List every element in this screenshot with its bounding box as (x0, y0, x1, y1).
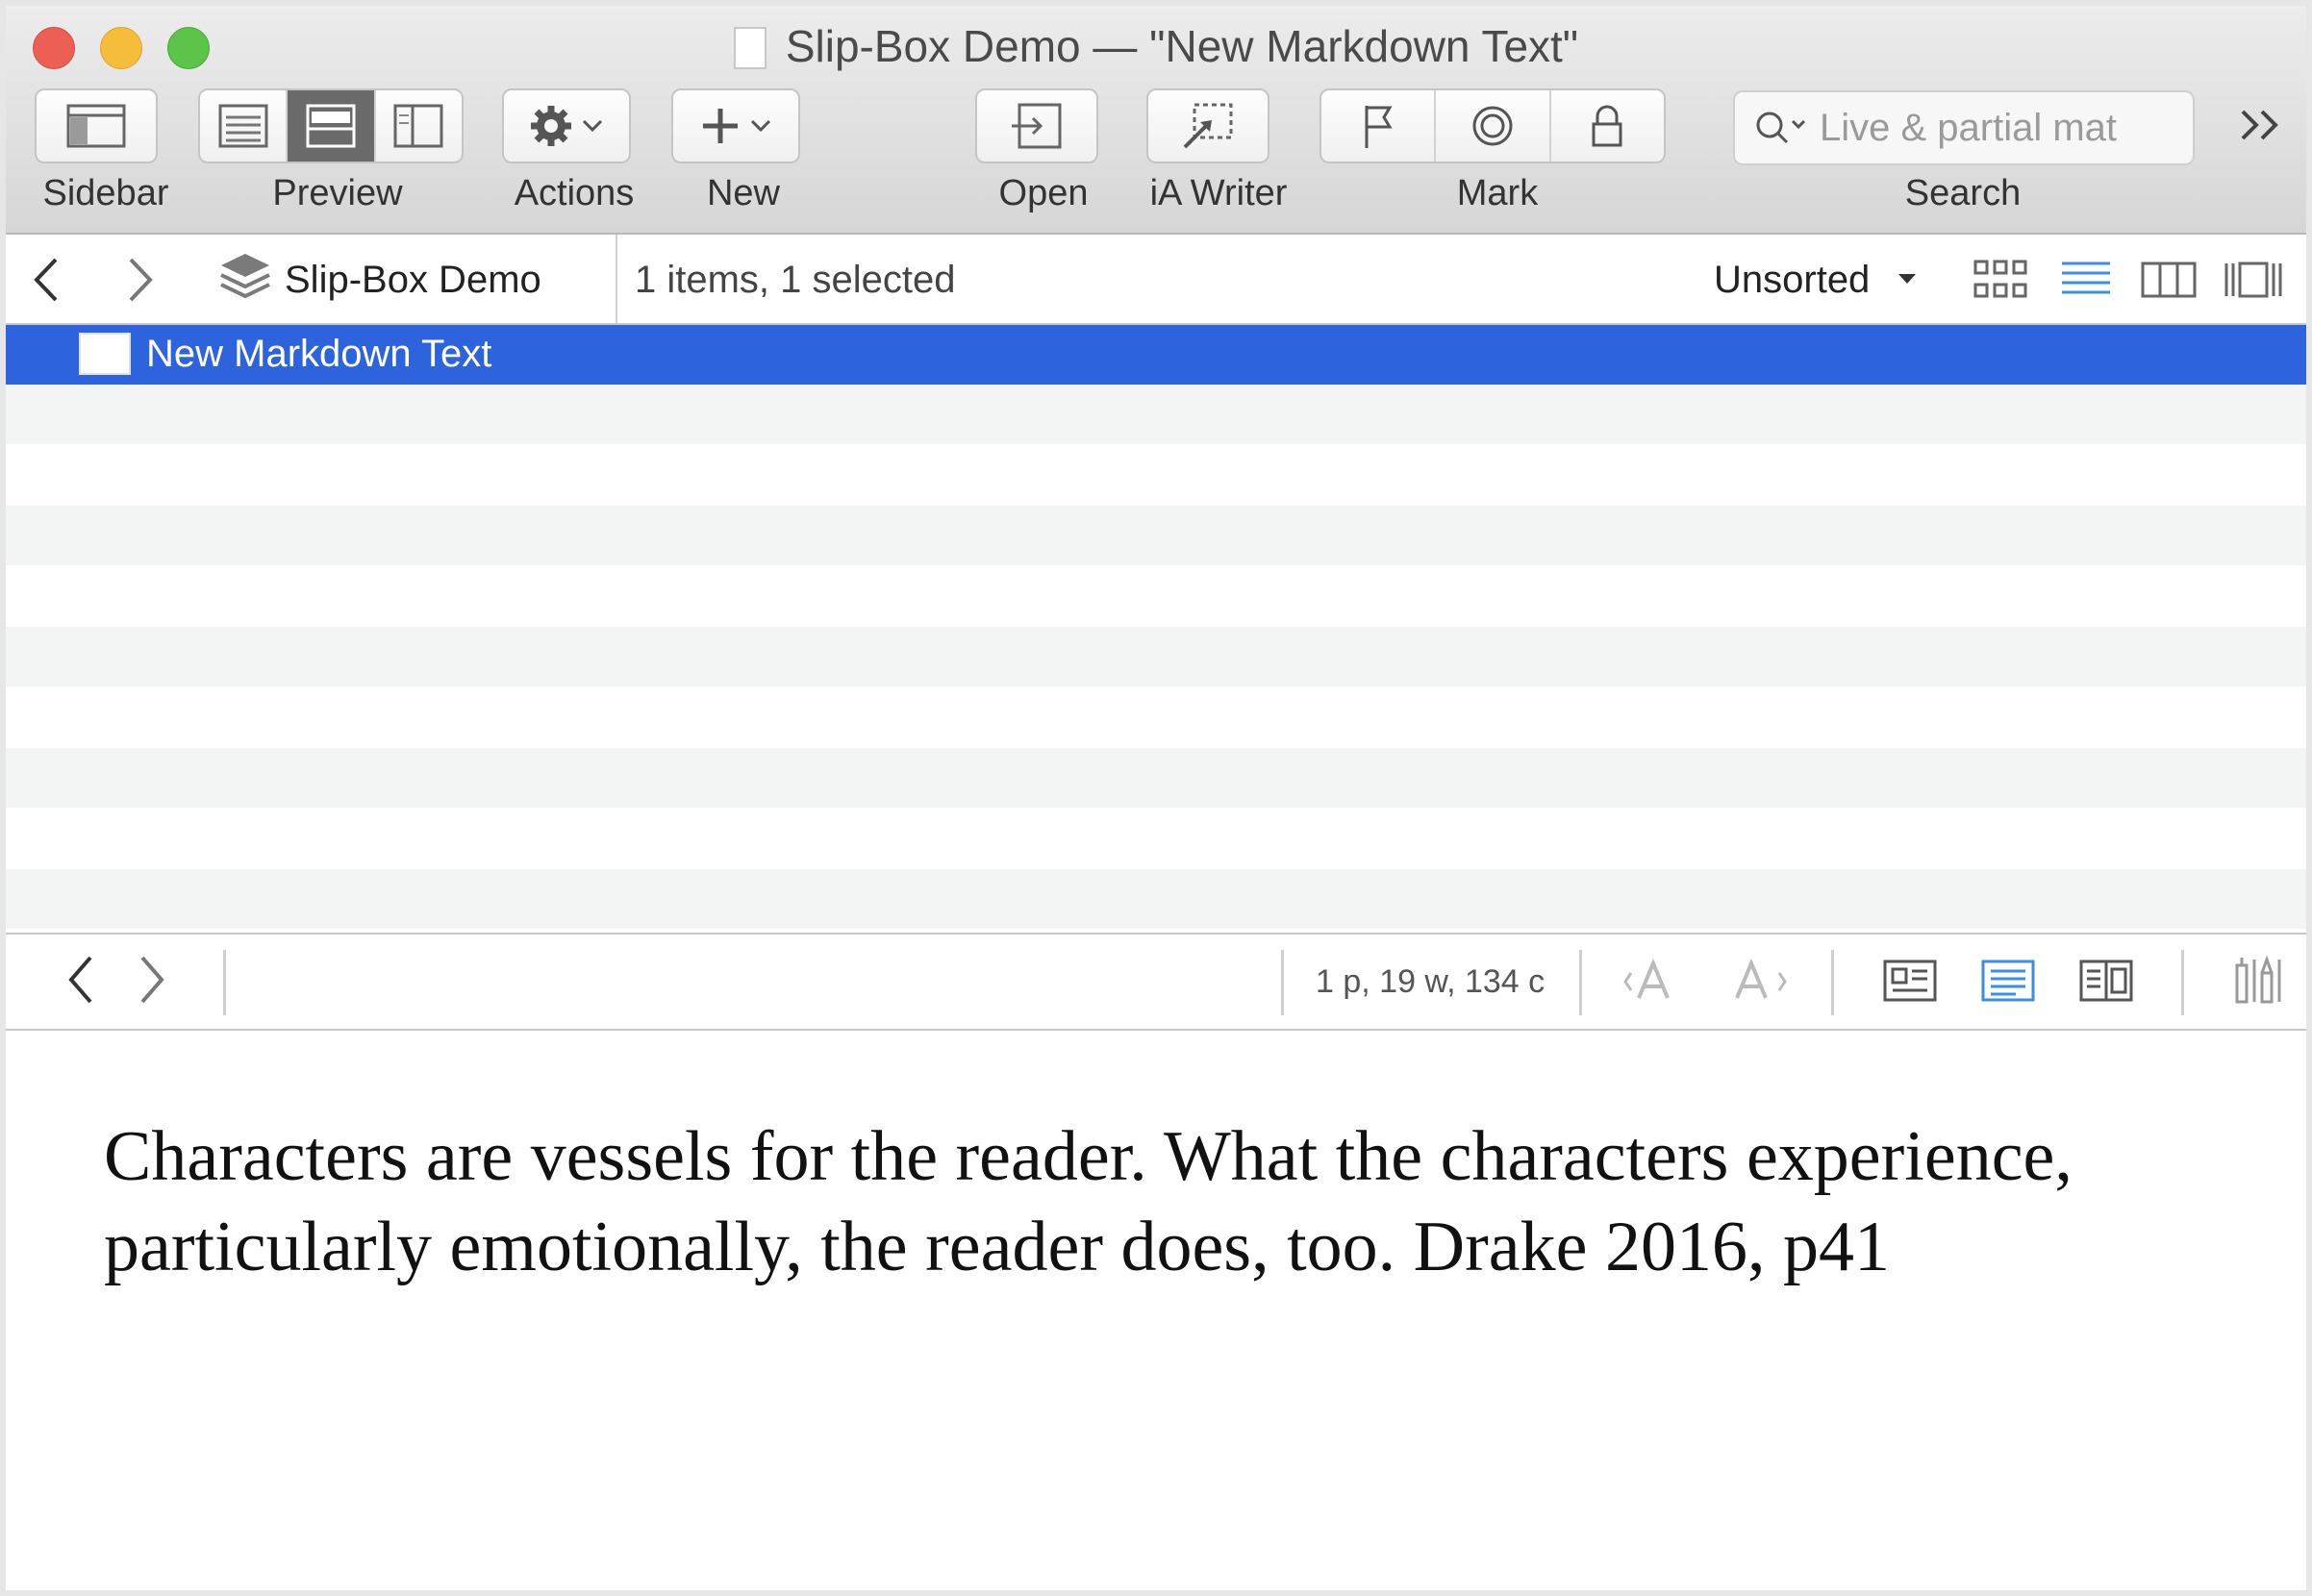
item-list: New Markdown Text (6, 325, 2306, 933)
grid-view-icon (1973, 260, 2027, 298)
preview-vertical-segment[interactable] (376, 90, 462, 162)
increase-font-button[interactable] (1727, 956, 1791, 1012)
horizontal-split-icon (306, 104, 356, 148)
empty-row (6, 385, 2306, 444)
font-smaller-icon (1623, 958, 1670, 999)
vertical-split-icon (393, 104, 443, 148)
editor-toolbar: 1 p, 19 w, 134 c (6, 933, 2306, 1031)
preview-segmented-control (198, 88, 464, 163)
separator (1281, 950, 1284, 1015)
document-icon (733, 27, 766, 69)
double-chevron-right-icon (2241, 110, 2278, 140)
editor-back-button[interactable] (63, 954, 98, 1010)
actions-button[interactable] (502, 88, 631, 163)
preview-mode-icon (1883, 960, 1937, 1002)
separator (1831, 950, 1834, 1015)
column-view-icon (2141, 262, 2197, 298)
gear-icon (531, 106, 571, 146)
window-title-row: Slip-Box Demo — "New Markdown Text" (6, 15, 2306, 77)
document-stats: 1 p, 19 w, 134 c (1316, 963, 1546, 1000)
mark-segment[interactable] (1436, 90, 1551, 162)
preview-mode-button[interactable] (1883, 958, 1937, 1009)
separator (223, 950, 226, 1015)
column-view-button[interactable] (2141, 258, 2197, 307)
chevron-down-icon (582, 119, 603, 133)
new-button[interactable] (671, 88, 800, 163)
decrease-font-button[interactable] (1621, 956, 1685, 1012)
lock-icon (1592, 105, 1622, 147)
toolbar-overflow-button[interactable] (2237, 106, 2285, 149)
list-item[interactable]: New Markdown Text (6, 325, 2306, 385)
inspector-tools-button[interactable] (2233, 954, 2287, 1012)
cover-flow-button[interactable] (2224, 258, 2283, 307)
mark-segmented-control (1319, 88, 1666, 163)
search-placeholder: Live & partial mat (1820, 106, 2118, 149)
ia-writer-button[interactable] (1146, 88, 1269, 163)
open-button[interactable] (975, 88, 1098, 163)
search-label: Search (1904, 173, 2022, 213)
mark-label: Mark (1456, 173, 1539, 213)
item-count: 1 items, 1 selected (635, 259, 956, 301)
empty-row (6, 748, 2306, 808)
text-mode-icon (1981, 960, 2035, 1002)
font-larger-icon (1735, 958, 1787, 999)
lock-segment[interactable] (1551, 90, 1664, 162)
chevron-right-icon (140, 956, 164, 1004)
preview-list-segment[interactable] (200, 90, 289, 162)
sidebar-toggle-button[interactable] (35, 88, 158, 163)
target-circle-icon (1472, 106, 1513, 146)
list-layout-icon (218, 104, 268, 148)
separator (2181, 950, 2184, 1015)
tools-icon (2235, 955, 2281, 1004)
actions-label: Actions (514, 173, 635, 213)
list-item-title: New Markdown Text (146, 333, 492, 375)
external-editor-icon (1183, 103, 1233, 149)
sort-label: Unsorted (1714, 259, 1871, 301)
chevron-right-icon (129, 258, 153, 302)
flag-segment[interactable] (1321, 90, 1437, 162)
list-view-button[interactable] (2060, 258, 2112, 307)
split-mode-button[interactable] (2079, 958, 2133, 1009)
sidebar-icon (66, 104, 126, 148)
triangle-down-icon (1898, 274, 1917, 284)
list-view-icon (2062, 262, 2110, 294)
split-mode-icon (2079, 960, 2133, 1002)
chevron-left-icon (34, 258, 58, 302)
path-bar: Slip-Box Demo 1 items, 1 selected Unsort… (6, 235, 2306, 325)
empty-row (6, 627, 2306, 686)
pathbar-divider (616, 235, 617, 323)
editor-text[interactable]: Characters are vessels for the reader. W… (104, 1111, 2220, 1292)
markdown-file-icon (79, 333, 131, 375)
empty-row (6, 506, 2306, 565)
icon-view-button[interactable] (1973, 258, 2029, 307)
ia-writer-label: iA Writer (1149, 173, 1288, 213)
search-icon (1756, 112, 1806, 144)
forward-button[interactable] (123, 256, 158, 309)
open-in-icon (1012, 103, 1062, 149)
text-mode-button[interactable] (1981, 958, 2035, 1009)
sort-menu[interactable]: Unsorted (1714, 256, 1920, 304)
chevron-left-icon (68, 956, 92, 1004)
titlebar: Slip-Box Demo — "New Markdown Text" Side… (6, 6, 2306, 235)
open-label: Open (998, 173, 1089, 213)
chevron-down-icon (750, 119, 771, 133)
empty-row (6, 869, 2306, 929)
app-window: Slip-Box Demo — "New Markdown Text" Side… (0, 0, 2312, 1596)
separator (1579, 950, 1582, 1015)
group-breadcrumb[interactable]: Slip-Box Demo (285, 256, 541, 304)
preview-split-segment[interactable] (288, 90, 376, 162)
cover-flow-icon (2224, 262, 2282, 298)
back-button[interactable] (29, 256, 63, 309)
database-stack-icon (217, 250, 273, 311)
flag-icon (1365, 106, 1393, 148)
plus-icon (703, 109, 738, 143)
search-field[interactable]: Live & partial mat (1733, 90, 2195, 165)
new-label: New (706, 173, 781, 213)
editor-forward-button[interactable] (135, 954, 169, 1010)
window-title: Slip-Box Demo — "New Markdown Text" (785, 21, 1579, 71)
sidebar-label: Sidebar (42, 173, 169, 213)
preview-label: Preview (272, 173, 403, 213)
